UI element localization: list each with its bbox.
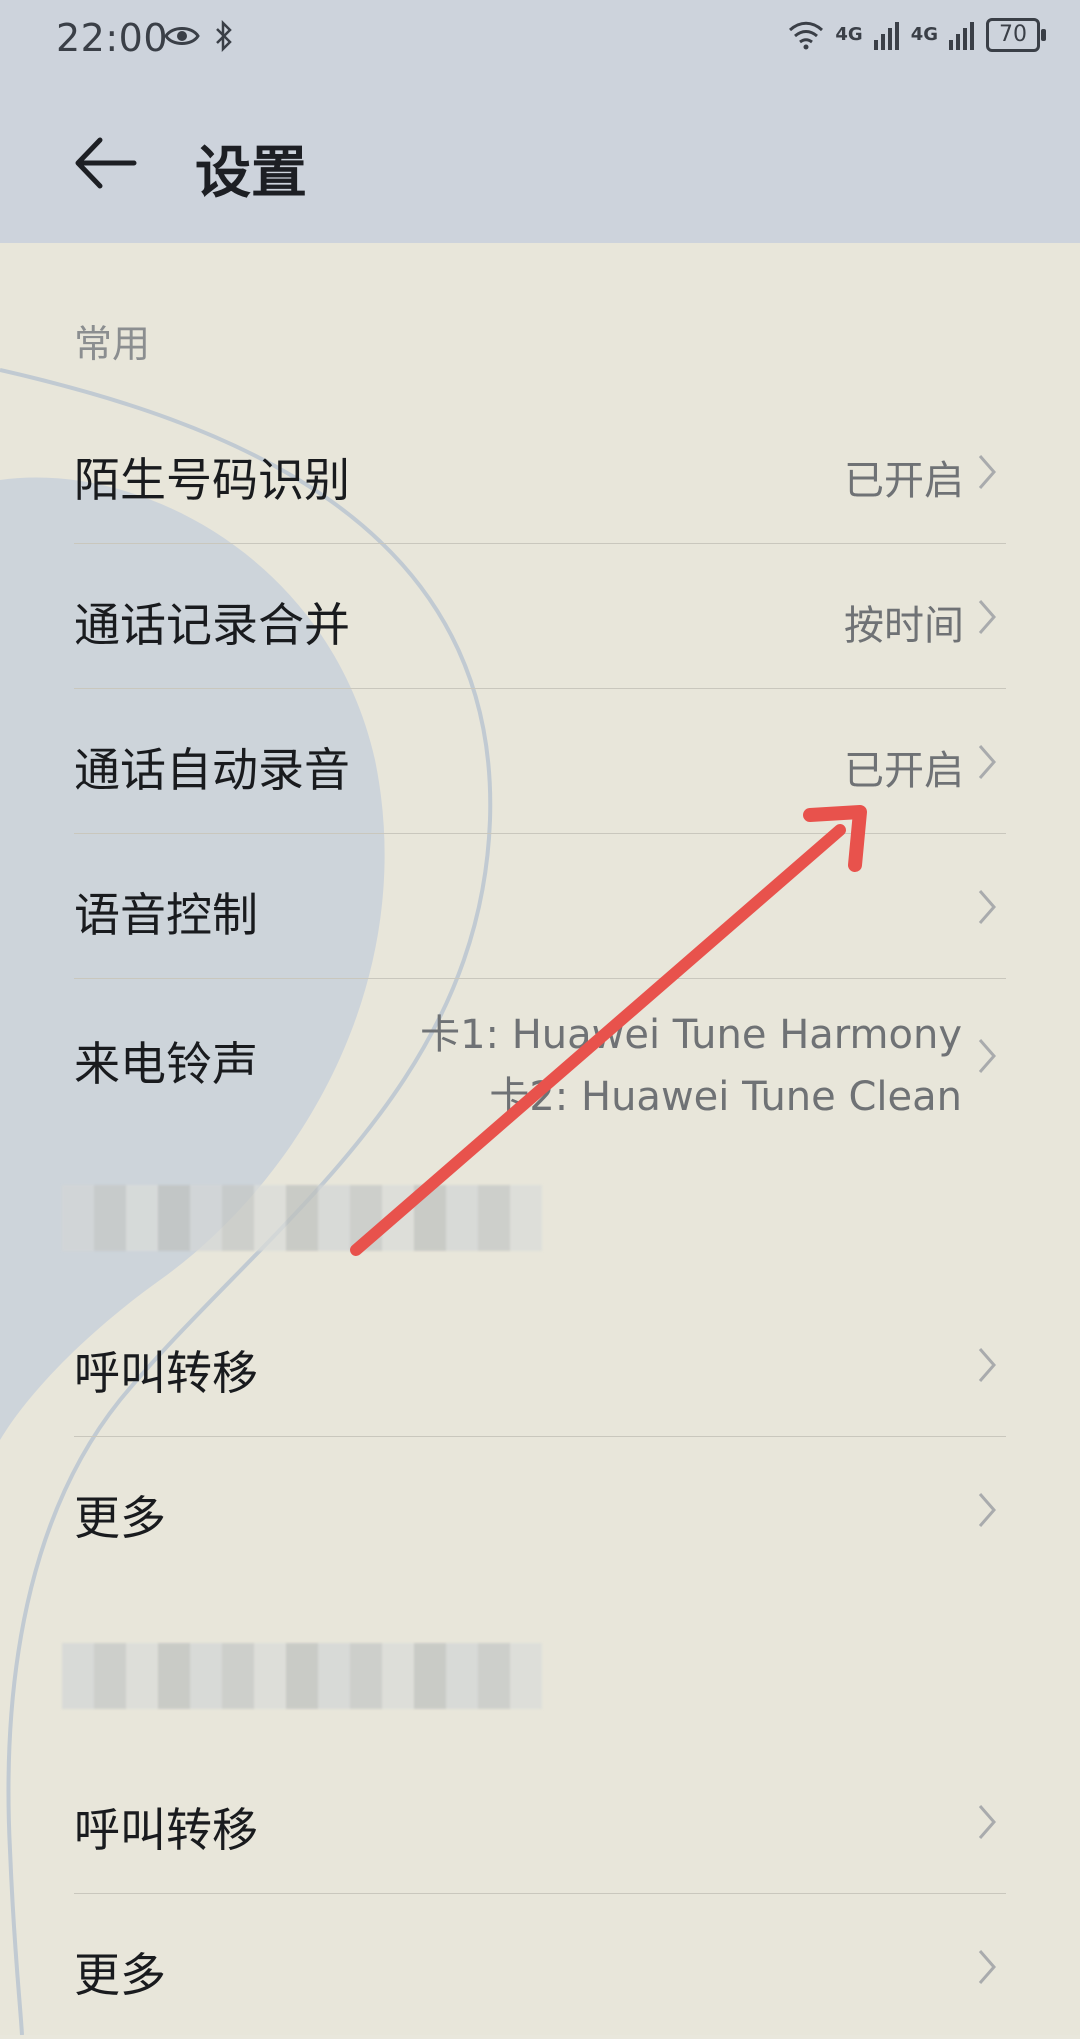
chevron-right-icon [978, 1493, 996, 1527]
chevron-right-icon [978, 1039, 996, 1073]
divider [74, 1436, 1006, 1437]
chevron-right-icon [978, 890, 996, 924]
arrow-left-icon[interactable] [70, 128, 140, 198]
divider [74, 543, 1006, 544]
setting-auto-call-recording[interactable]: 通话自动录音 已开启 [74, 690, 1006, 834]
setting-card1-more[interactable]: 更多 [74, 1438, 1006, 1582]
setting-label: 通话自动录音 [74, 743, 350, 797]
divider [74, 978, 1006, 979]
page-title: 设置 [195, 141, 307, 206]
bluetooth-icon [216, 20, 232, 52]
setting-card2-more[interactable]: 更多 [74, 1895, 1006, 2039]
setting-value: 已开启 [844, 748, 964, 794]
section-header-card2-redacted [62, 1643, 542, 1709]
chevron-right-icon [978, 745, 996, 779]
setting-label: 语音控制 [74, 888, 258, 942]
setting-label: 呼叫转移 [74, 1346, 258, 1400]
section-header-card1-redacted [62, 1185, 542, 1251]
ringtone-card1: 卡1: Huawei Tune Harmony [420, 1012, 962, 1058]
chevron-right-icon [978, 1805, 996, 1839]
setting-label: 更多 [74, 1948, 166, 2002]
ringtone-values: 卡1: Huawei Tune Harmony 卡2: Huawei Tune … [420, 1004, 962, 1128]
status-time: 22:00 [56, 16, 169, 60]
setting-card1-call-forwarding[interactable]: 呼叫转移 [74, 1293, 1006, 1437]
setting-label: 呼叫转移 [74, 1803, 258, 1857]
setting-label: 来电铃声 [74, 1037, 258, 1091]
setting-call-log-merge[interactable]: 通话记录合并 按时间 [74, 545, 1006, 689]
signal-icon [873, 22, 899, 50]
wifi-icon [789, 21, 824, 50]
app-bar: 设置 [0, 78, 1080, 243]
chevron-right-icon [978, 1950, 996, 1984]
section-header-common: 常用 [74, 322, 151, 366]
chevron-right-icon [978, 455, 996, 489]
chevron-right-icon [978, 600, 996, 634]
divider [74, 688, 1006, 689]
network-type-label-1: 4G [835, 24, 863, 45]
ringtone-card2: 卡2: Huawei Tune Clean [489, 1074, 962, 1120]
setting-value: 按时间 [844, 603, 964, 649]
setting-stranger-number-id[interactable]: 陌生号码识别 已开启 [74, 400, 1006, 544]
signal-icon [949, 22, 974, 50]
setting-value: 已开启 [844, 458, 964, 504]
battery-indicator: 70 [986, 18, 1046, 52]
status-bar: 22:00 4G 4G 70 [0, 0, 1080, 78]
divider [74, 833, 1006, 834]
setting-voice-control[interactable]: 语音控制 [74, 835, 1006, 979]
eye-icon [164, 27, 200, 45]
setting-ringtone[interactable]: 来电铃声 卡1: Huawei Tune Harmony 卡2: Huawei … [74, 980, 1006, 1130]
network-type-label-2: 4G [910, 24, 938, 45]
divider [74, 1893, 1006, 1894]
chevron-right-icon [978, 1348, 996, 1382]
setting-card2-call-forwarding[interactable]: 呼叫转移 [74, 1750, 1006, 1894]
setting-label: 陌生号码识别 [74, 453, 350, 507]
setting-label: 通话记录合并 [74, 598, 350, 652]
setting-label: 更多 [74, 1491, 166, 1545]
